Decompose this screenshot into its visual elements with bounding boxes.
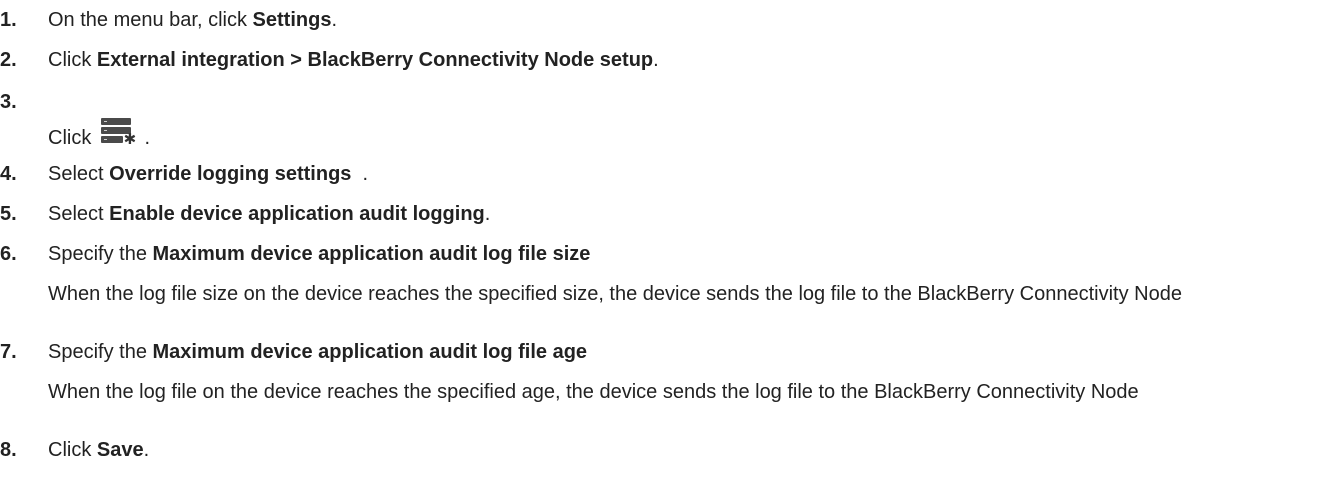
step-text-pre: Select [48,203,110,225]
procedure-steps: 1. On the menu bar, click Settings. 2. C… [0,0,1328,480]
step-number: 5. [0,203,17,225]
step-text-post: . [331,9,338,31]
step-text: Click Save. [48,438,149,462]
step-number: 2. [0,49,17,71]
ui-term-menu-path: External integration > BlackBerry Connec… [96,49,654,71]
step-text: Select Override logging settings . [48,162,368,186]
ui-term-enable-audit-logging: Enable device application audit logging [109,203,485,225]
step-text-pre: Click [48,127,97,149]
step-text-pre: Specify the [48,341,153,363]
ui-term-max-log-file-size: Maximum device application audit log fil… [152,243,591,265]
step-text-pre: Select [48,163,110,185]
step-text-pre: Click [48,49,97,71]
step-text: Click External integration > BlackBerry … [48,48,659,72]
step-number: 4. [0,163,17,185]
step-text: Specify the Maximum device application a… [48,340,587,364]
server-settings-icon: ✱ [100,118,139,148]
step-text-post: . [143,439,150,461]
step-text: Select Enable device application audit l… [48,202,490,226]
step-number: 3. [0,91,17,113]
step-number: 6. [0,243,17,265]
ui-term-override-logging: Override logging settings [109,163,352,185]
step-text-pre: On the menu bar, click [48,9,253,31]
step-number: 7. [0,341,17,363]
step-text-post: . [351,163,369,185]
step-text-post: . [138,127,151,149]
step-text-pre: Click [48,439,97,461]
step-text: On the menu bar, click Settings. [48,8,337,32]
step-text: Click ✱ . [48,118,150,150]
step-number: 8. [0,439,17,461]
ui-term-settings: Settings [252,9,332,31]
step-description: When the log file on the device reaches … [48,381,1139,403]
step-text-pre: Specify the [48,243,153,265]
ui-term-max-log-file-age: Maximum device application audit log fil… [152,341,588,363]
step-text-post: . [653,49,659,71]
ui-term-save: Save [96,439,144,461]
step-text: Specify the Maximum device application a… [48,242,590,266]
step-description: When the log file size on the device rea… [48,283,1182,305]
step-number: 1. [0,9,17,31]
step-text-post: . [484,203,491,225]
